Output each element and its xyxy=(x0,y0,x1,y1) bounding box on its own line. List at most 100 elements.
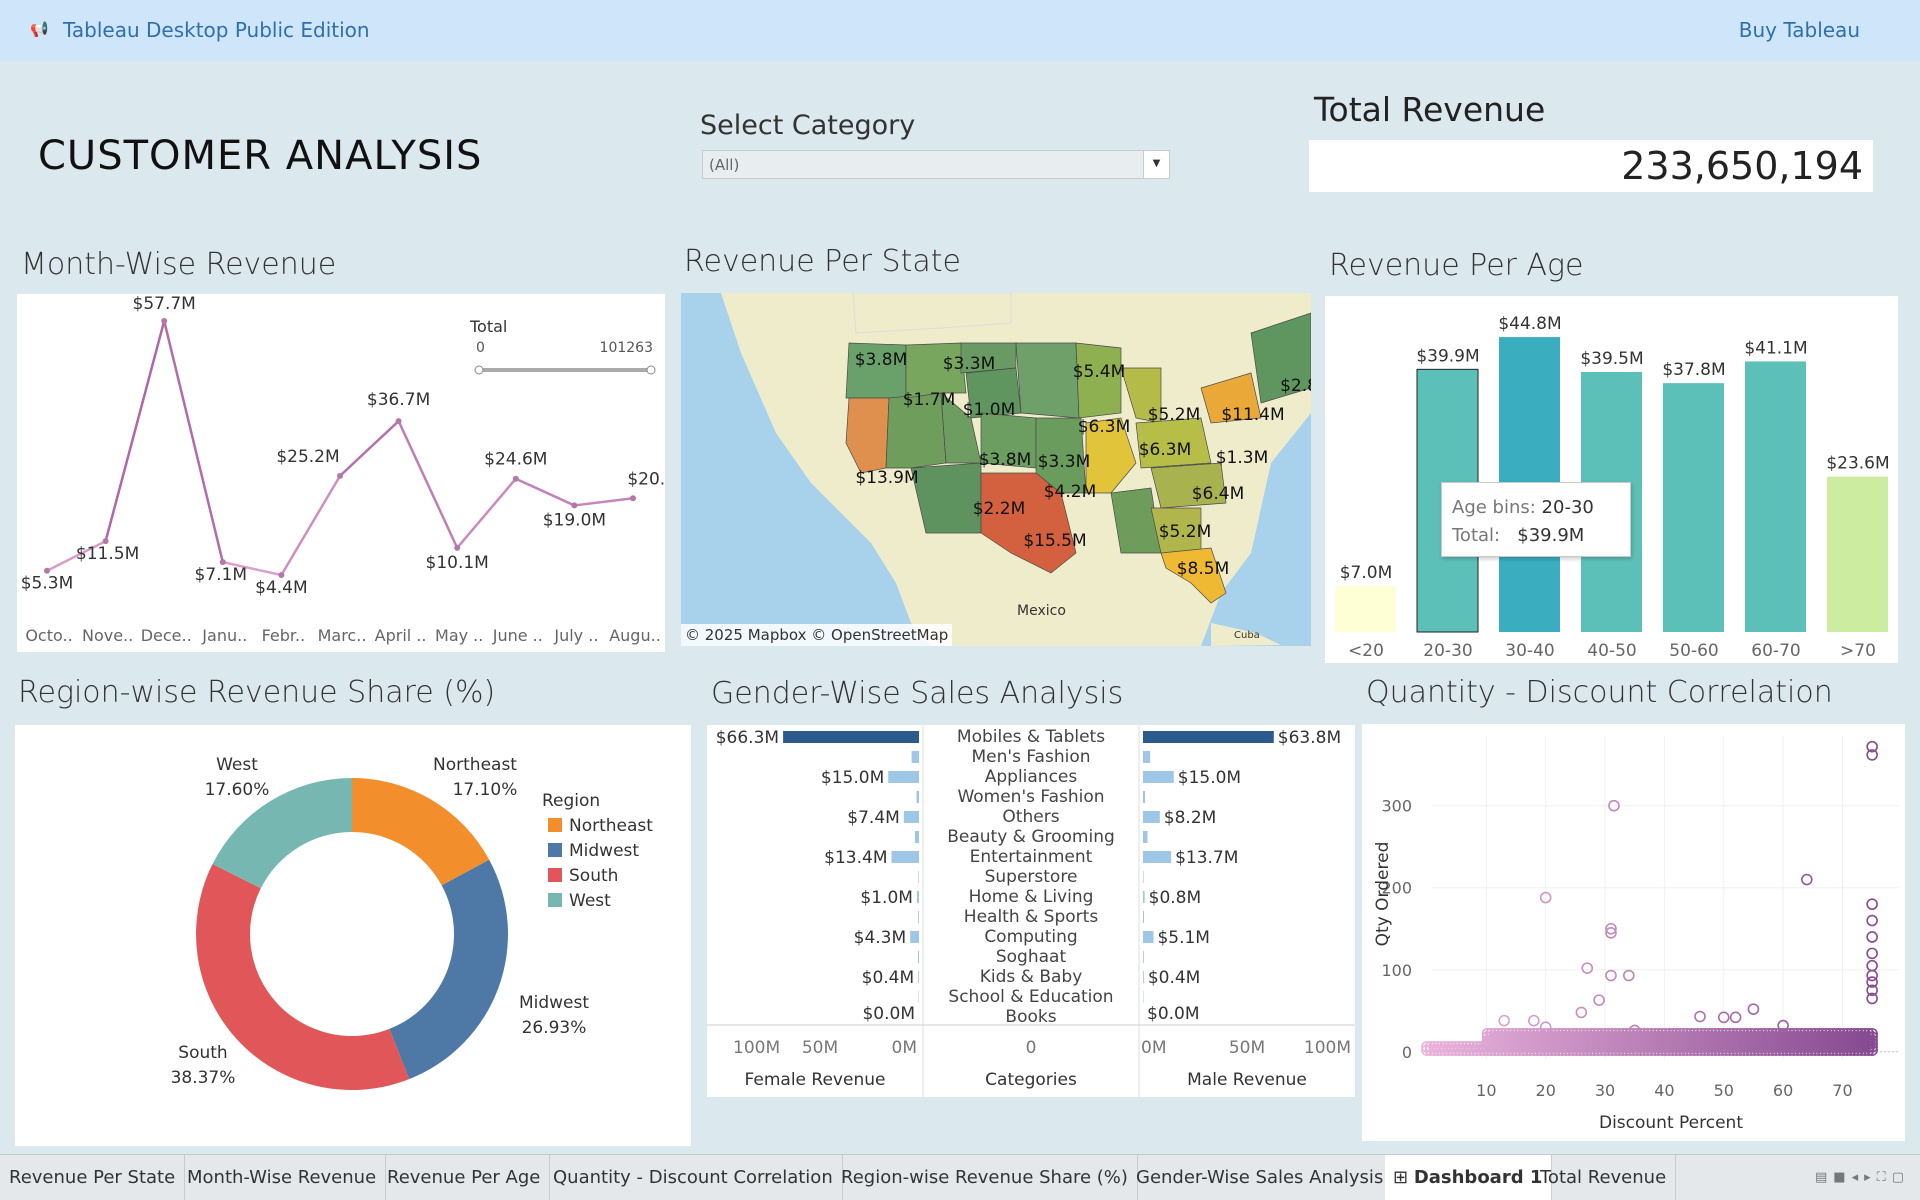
region-slice[interactable] xyxy=(196,864,410,1090)
age-tick-label: >70 xyxy=(1840,641,1876,661)
female-bar[interactable] xyxy=(891,851,919,863)
month-tick-label: July .. xyxy=(553,626,598,645)
age-bar-chart[interactable]: $7.0M <20 $39.9M 20-30 $44.8M 30-40 $39.5M 40-5… xyxy=(1325,296,1898,663)
female-bar[interactable] xyxy=(911,751,919,763)
state-revenue-map[interactable]: $3.8M $3.3M $5.4M $2.8 $1.7M $1.0M $6.3M $5.2M $… xyxy=(681,293,1311,646)
tab-total-revenue[interactable]: Total Revenue xyxy=(1531,1155,1677,1200)
map-state-label: $6.3M xyxy=(1078,417,1131,437)
tab-dashboard-1[interactable]: ⊞ Dashboard 1 xyxy=(1385,1155,1553,1200)
male-bar[interactable] xyxy=(1143,971,1144,983)
chevron-down-icon[interactable]: ▼ xyxy=(1143,151,1169,178)
male-bar[interactable] xyxy=(1143,951,1144,963)
month-point[interactable] xyxy=(337,472,343,479)
month-point[interactable] xyxy=(571,502,578,509)
region-legend-label[interactable]: Midwest xyxy=(569,841,639,861)
month-point[interactable] xyxy=(161,317,168,324)
female-bar[interactable] xyxy=(917,951,919,963)
male-bar[interactable] xyxy=(1143,871,1144,883)
region-chart-panel[interactable]: Northeast 17.10% Midwest 26.93% South 38.37% W… xyxy=(15,725,691,1146)
region-legend-swatch[interactable] xyxy=(548,893,562,907)
tab-revenue-per-age[interactable]: Revenue Per Age xyxy=(378,1155,551,1200)
scatter-chart-panel[interactable]: 10 20 30 40 50 60 70 0 100 200 300 Discount Percent… xyxy=(1362,724,1905,1141)
region-legend-label[interactable]: South xyxy=(569,866,618,886)
scatter-point[interactable] xyxy=(1866,914,1878,927)
male-bar[interactable] xyxy=(1143,851,1172,863)
male-bar[interactable] xyxy=(1143,811,1160,823)
category-dropdown[interactable]: (All) ▼ xyxy=(702,150,1170,179)
gender-category-label: Entertainment xyxy=(970,847,1093,867)
male-bar[interactable] xyxy=(1143,911,1145,923)
scatter-point[interactable] xyxy=(1593,994,1605,1006)
scatter-point[interactable] xyxy=(1605,969,1617,982)
region-legend-label[interactable]: Northeast xyxy=(569,816,653,836)
male-bar[interactable] xyxy=(1143,831,1148,843)
month-legend-slider-min-handle[interactable] xyxy=(474,365,484,375)
scatter-point[interactable] xyxy=(1498,1014,1510,1027)
age-bar[interactable] xyxy=(1335,585,1396,632)
scatter-point[interactable] xyxy=(1694,1010,1706,1023)
gender-diverging-bar-chart[interactable]: Mobiles & TabletsMen's FashionAppliances… xyxy=(707,725,1355,1097)
state-map-panel[interactable]: $3.8M $3.3M $5.4M $2.8 $1.7M $1.0M $6.3M $5.2M $… xyxy=(681,293,1311,646)
female-bar[interactable] xyxy=(916,791,919,803)
scatter-y-tick: 100 xyxy=(1381,961,1412,980)
month-point[interactable] xyxy=(395,418,402,425)
scatter-point[interactable] xyxy=(1581,962,1594,974)
tab-quantity-discount-correlation[interactable]: Quantity - Discount Correlation xyxy=(544,1155,843,1200)
scatter-point[interactable] xyxy=(1622,969,1635,982)
region-legend-label[interactable]: West xyxy=(569,891,611,911)
male-bar[interactable] xyxy=(1143,891,1145,903)
age-chart-panel[interactable]: $7.0M <20 $39.9M 20-30 $44.8M 30-40 $39.5M 40-5… xyxy=(1325,296,1898,663)
region-legend-swatch[interactable] xyxy=(548,818,562,832)
age-bar[interactable] xyxy=(1745,361,1806,632)
dashboard-grid-icon: ⊞ xyxy=(1393,1167,1414,1188)
tab-gender-wise-sales-analysis[interactable]: Gender-Wise Sales Analysis xyxy=(1127,1155,1394,1200)
female-bar[interactable] xyxy=(888,771,919,783)
buy-tableau-link[interactable]: Buy Tableau xyxy=(1739,18,1860,42)
month-point[interactable] xyxy=(454,544,461,551)
female-bar[interactable] xyxy=(910,931,919,943)
female-bar[interactable] xyxy=(918,871,919,883)
gender-chart-panel[interactable]: Mobiles & Tablets Men's Fashion Appliances… xyxy=(707,725,1355,1097)
tab-region-wise-revenue-share[interactable]: Region-wise Revenue Share (%) xyxy=(832,1155,1138,1200)
tab-navigation-icons[interactable]: ▤■◂▸⛶▢ xyxy=(1815,1170,1910,1185)
scatter-point[interactable] xyxy=(1866,931,1878,943)
region-donut-chart[interactable]: Northeast 17.10% Midwest 26.93% South 38.37% W… xyxy=(15,725,691,1146)
month-chart-panel[interactable]: Total 0 101263 $5.3M Octo.. $11.5M Nove.. $5… xyxy=(17,294,691,652)
scatter-point[interactable] xyxy=(1801,873,1813,886)
female-bar[interactable] xyxy=(916,891,919,903)
scatter-point[interactable] xyxy=(1866,898,1878,910)
region-legend-swatch[interactable] xyxy=(548,868,562,882)
scatter-point[interactable] xyxy=(1866,947,1878,960)
age-bar[interactable] xyxy=(1663,383,1724,632)
month-legend-slider-max-handle[interactable] xyxy=(646,365,656,375)
tab-revenue-per-state[interactable]: Revenue Per State xyxy=(0,1155,186,1200)
scatter-chart[interactable]: 10 20 30 40 50 60 700100200300Discount Percent… xyxy=(1362,724,1905,1141)
male-bar[interactable] xyxy=(1143,771,1174,783)
month-point[interactable] xyxy=(630,495,636,502)
tab-month-wise-revenue[interactable]: Month-Wise Revenue xyxy=(178,1155,387,1200)
scatter-point[interactable] xyxy=(1747,1003,1760,1015)
scatter-x-tick: 40 xyxy=(1654,1081,1674,1100)
gender-category-label: Men's Fashion xyxy=(972,747,1091,767)
female-bar[interactable] xyxy=(783,731,919,743)
scatter-point[interactable] xyxy=(1729,1011,1742,1024)
female-bar[interactable] xyxy=(903,811,919,823)
month-line-segment xyxy=(280,475,342,576)
scatter-y-axis-title: Qty Ordered xyxy=(1373,842,1393,947)
male-bar[interactable] xyxy=(1143,731,1274,743)
scatter-point[interactable] xyxy=(1575,1006,1588,1019)
male-bar[interactable] xyxy=(1143,791,1146,803)
scatter-point[interactable] xyxy=(1528,1014,1540,1027)
month-line-chart[interactable]: Total 0 101263 $5.3M Octo.. $11.5M Nove.. $5… xyxy=(17,294,691,652)
map-attribution[interactable]: © 2025 Mapbox © OpenStreetMap xyxy=(681,624,953,646)
scatter-point[interactable] xyxy=(1866,959,1878,972)
female-bar[interactable] xyxy=(914,831,919,843)
female-bar[interactable] xyxy=(918,911,919,923)
region-slice[interactable] xyxy=(389,859,509,1080)
male-bar[interactable] xyxy=(1143,751,1151,763)
region-legend-swatch[interactable] xyxy=(548,843,562,857)
age-bar[interactable] xyxy=(1827,476,1888,632)
female-bar[interactable] xyxy=(918,971,919,983)
male-bar[interactable] xyxy=(1143,931,1154,943)
month-point[interactable] xyxy=(512,475,519,482)
